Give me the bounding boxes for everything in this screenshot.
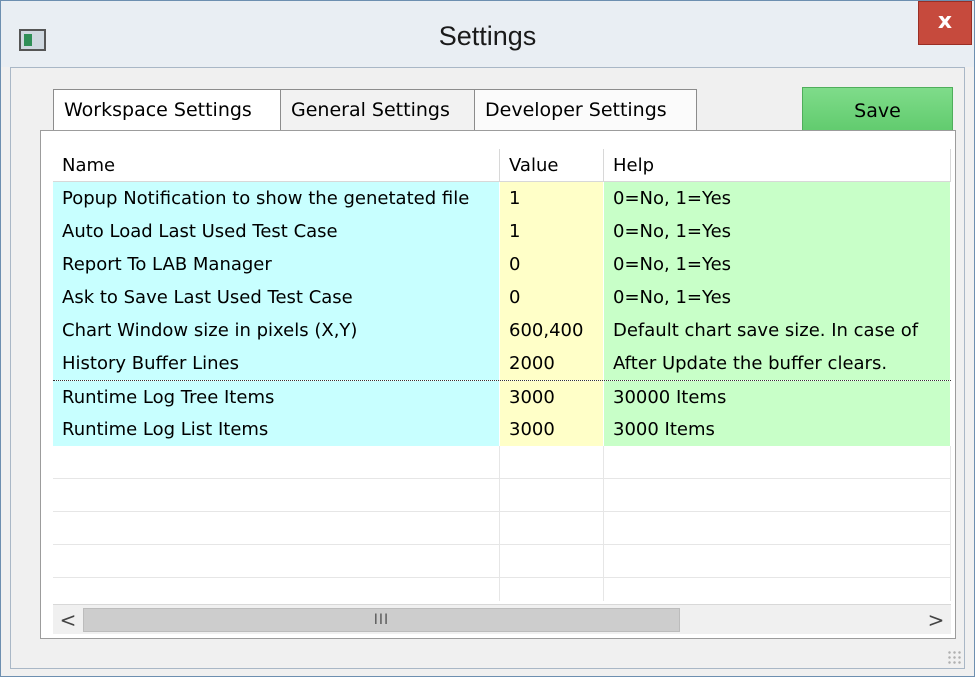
setting-name-cell[interactable]: History Buffer Lines bbox=[53, 347, 500, 380]
table-row[interactable]: Chart Window size in pixels (X,Y) 600,40… bbox=[53, 314, 951, 347]
table-row[interactable]: Runtime Log List Items 3000 3000 Items bbox=[53, 413, 951, 446]
setting-help-cell[interactable]: 3000 Items bbox=[604, 413, 951, 446]
horizontal-scrollbar[interactable]: < III > bbox=[53, 604, 951, 634]
setting-help-cell[interactable]: Default chart save size. In case of bbox=[604, 314, 951, 347]
empty-cell bbox=[53, 545, 500, 578]
setting-name-cell[interactable]: Popup Notification to show the genetated… bbox=[53, 182, 500, 215]
empty-cell bbox=[500, 446, 604, 479]
save-button[interactable]: Save bbox=[802, 87, 953, 135]
setting-value-cell[interactable]: 1 bbox=[500, 182, 604, 215]
empty-cell bbox=[53, 446, 500, 479]
setting-help-cell[interactable]: 0=No, 1=Yes bbox=[604, 215, 951, 248]
tab-general-settings[interactable]: General Settings bbox=[280, 89, 475, 131]
setting-value-cell[interactable]: 3000 bbox=[500, 381, 604, 414]
empty-cell bbox=[500, 479, 604, 512]
setting-name-cell[interactable]: Ask to Save Last Used Test Case bbox=[53, 281, 500, 314]
resize-grip-icon[interactable] bbox=[947, 650, 963, 666]
table-row[interactable]: Ask to Save Last Used Test Case 0 0=No, … bbox=[53, 281, 951, 314]
setting-name-cell[interactable]: Runtime Log Tree Items bbox=[53, 381, 500, 414]
table-row[interactable]: Popup Notification to show the genetated… bbox=[53, 182, 951, 215]
table-row[interactable]: History Buffer Lines 2000 After Update t… bbox=[53, 347, 951, 380]
empty-cell bbox=[500, 512, 604, 545]
setting-help-cell[interactable]: 0=No, 1=Yes bbox=[604, 182, 951, 215]
setting-value-cell[interactable]: 3000 bbox=[500, 413, 604, 446]
column-header-value[interactable]: Value bbox=[500, 149, 604, 182]
empty-row bbox=[53, 545, 951, 578]
grid-header: Name Value Help bbox=[53, 149, 951, 182]
setting-help-cell[interactable]: 30000 Items bbox=[604, 381, 951, 414]
empty-cell bbox=[604, 545, 951, 578]
column-header-help[interactable]: Help bbox=[604, 149, 951, 182]
close-button[interactable]: x bbox=[918, 1, 972, 45]
setting-name-cell[interactable]: Chart Window size in pixels (X,Y) bbox=[53, 314, 500, 347]
setting-value-cell[interactable]: 2000 bbox=[500, 347, 604, 380]
scroll-left-icon[interactable]: < bbox=[53, 605, 83, 635]
setting-help-cell[interactable]: 0=No, 1=Yes bbox=[604, 281, 951, 314]
setting-value-cell[interactable]: 0 bbox=[500, 281, 604, 314]
setting-name-cell[interactable]: Auto Load Last Used Test Case bbox=[53, 215, 500, 248]
empty-cell bbox=[604, 479, 951, 512]
table-row[interactable]: Report To LAB Manager 0 0=No, 1=Yes bbox=[53, 248, 951, 281]
setting-value-cell[interactable]: 0 bbox=[500, 248, 604, 281]
empty-cell bbox=[53, 512, 500, 545]
scroll-right-icon[interactable]: > bbox=[921, 605, 951, 635]
setting-help-cell[interactable]: 0=No, 1=Yes bbox=[604, 248, 951, 281]
table-row[interactable]: Auto Load Last Used Test Case 1 0=No, 1=… bbox=[53, 215, 951, 248]
empty-cell bbox=[53, 578, 500, 601]
empty-row bbox=[53, 512, 951, 545]
setting-name-cell[interactable]: Runtime Log List Items bbox=[53, 413, 500, 446]
empty-cell bbox=[604, 578, 951, 601]
setting-value-cell[interactable]: 1 bbox=[500, 215, 604, 248]
empty-cell bbox=[604, 446, 951, 479]
setting-help-cell[interactable]: After Update the buffer clears. bbox=[604, 347, 951, 380]
empty-row bbox=[53, 446, 951, 479]
tab-developer-settings[interactable]: Developer Settings bbox=[474, 89, 697, 131]
settings-grid[interactable]: Name Value Help Popup Notification to sh… bbox=[53, 149, 951, 601]
empty-row bbox=[53, 479, 951, 512]
empty-row bbox=[53, 578, 951, 601]
table-row[interactable]: Runtime Log Tree Items 3000 30000 Items bbox=[53, 380, 951, 414]
empty-cell bbox=[53, 479, 500, 512]
setting-name-cell[interactable]: Report To LAB Manager bbox=[53, 248, 500, 281]
title-bar[interactable]: Settings x bbox=[1, 1, 974, 67]
settings-window: Settings x Workspace Settings General Se… bbox=[0, 0, 975, 677]
empty-cell bbox=[500, 545, 604, 578]
window-title: Settings bbox=[438, 21, 537, 51]
scrollbar-thumb[interactable]: III bbox=[83, 608, 680, 632]
setting-value-cell[interactable]: 600,400 bbox=[500, 314, 604, 347]
column-header-name[interactable]: Name bbox=[53, 149, 500, 182]
grip-icon: III bbox=[373, 612, 390, 628]
tab-workspace-settings[interactable]: Workspace Settings bbox=[53, 89, 281, 131]
empty-cell bbox=[500, 578, 604, 601]
empty-cell bbox=[604, 512, 951, 545]
